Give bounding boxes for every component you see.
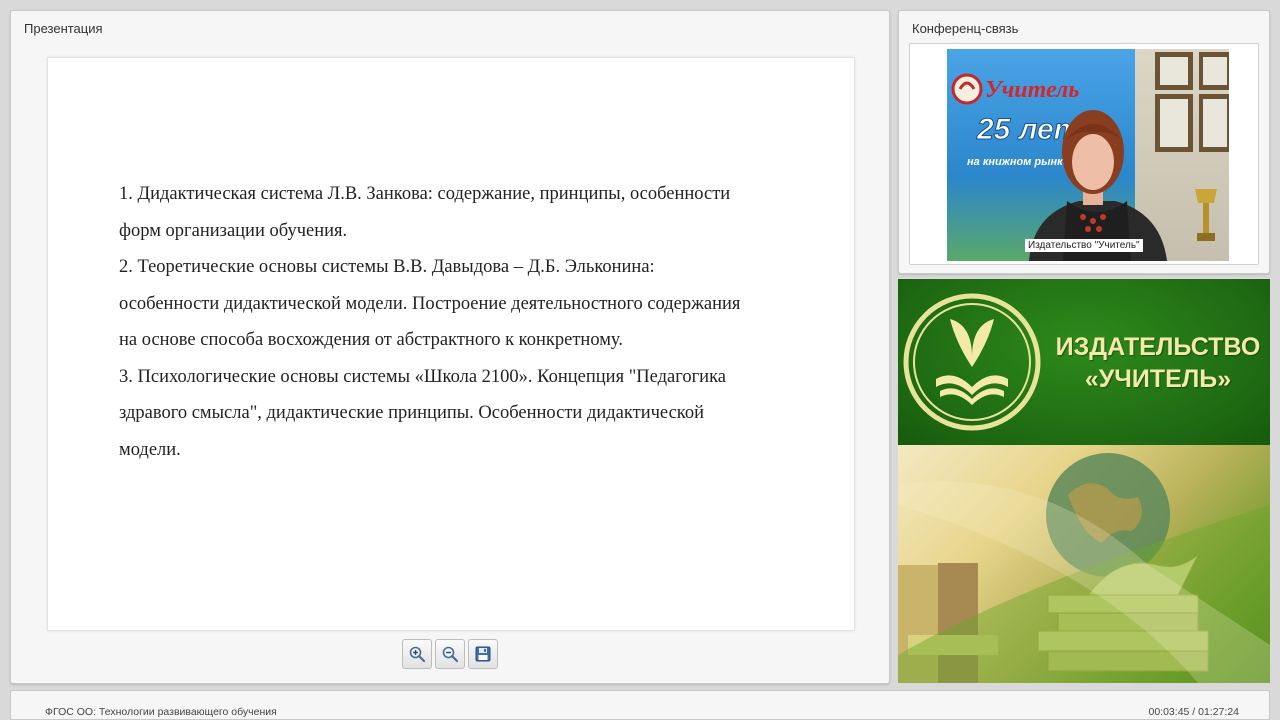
speaker-video[interactable]: Учитель 25 лет на книжном рынке России И…: [947, 49, 1229, 261]
floppy-disk-icon: [475, 646, 491, 662]
publisher-name-line2: «УЧИТЕЛЬ»: [1084, 365, 1232, 393]
presentation-title: Презентация: [24, 21, 103, 36]
video-frame: Учитель 25 лет на книжном рынке России И…: [909, 43, 1259, 265]
presentation-panel: Презентация 1. Дидактическая система Л.В…: [10, 10, 890, 684]
save-button[interactable]: [468, 639, 498, 669]
zoom-in-button[interactable]: [402, 639, 432, 669]
slide-line: 1. Дидактическая система Л.В. Занкова: с…: [119, 184, 731, 204]
slide-line: на основе способа восхождения от абстрак…: [119, 330, 623, 350]
slide-line: здравого смысла", дидактические принципы…: [119, 403, 705, 423]
course-title: ФГОС ОО: Технологии развивающего обучени…: [45, 706, 277, 718]
slide-text: 1. Дидактическая система Л.В. Занкова: с…: [119, 176, 819, 468]
slide-line: модели.: [119, 439, 181, 460]
poster-logo-text: Учитель: [985, 77, 1079, 103]
publisher-banner: ИЗДАТЕЛЬСТВО «УЧИТЕЛЬ»: [898, 279, 1270, 683]
slide-toolbar: [402, 639, 498, 669]
banner-header: ИЗДАТЕЛЬСТВО «УЧИТЕЛЬ»: [898, 279, 1270, 445]
zoom-out-button[interactable]: [435, 639, 465, 669]
playback-time: 00:03:45 / 01:27:24: [1148, 706, 1240, 718]
speaker-name-label: Издательство "Учитель": [1025, 239, 1143, 252]
slide-line: особенности дидактической модели. Постро…: [119, 293, 741, 314]
banner-books-photo: [898, 445, 1270, 683]
slide-line: 2. Теоретические основы системы В.В. Дав…: [119, 257, 655, 277]
presentation-slide: 1. Дидактическая система Л.В. Занкова: с…: [47, 57, 855, 631]
zoom-out-icon: [442, 646, 459, 663]
video-scene: Учитель 25 лет на книжном рынке России: [947, 49, 1229, 261]
publisher-name: ИЗДАТЕЛЬСТВО «УЧИТЕЛЬ»: [1048, 331, 1268, 395]
books-globe-illustration: [898, 453, 1270, 683]
book-emblem-icon: [903, 293, 1041, 431]
player-footer: ФГОС ОО: Технологии развивающего обучени…: [10, 690, 1270, 720]
slide-line: 3. Психологические основы системы «Школа…: [119, 366, 726, 387]
zoom-in-icon: [409, 646, 426, 663]
poster-logo-icon: [951, 73, 983, 105]
slide-line: форм организации обучения.: [119, 220, 348, 241]
conference-title: Конференц-связь: [912, 21, 1019, 36]
publisher-name-line1: ИЗДАТЕЛЬСТВО: [1055, 333, 1261, 361]
conference-panel: Конференц-связь Учитель 25 лет на книжно…: [898, 10, 1270, 274]
trophy-icon: [1195, 189, 1217, 203]
